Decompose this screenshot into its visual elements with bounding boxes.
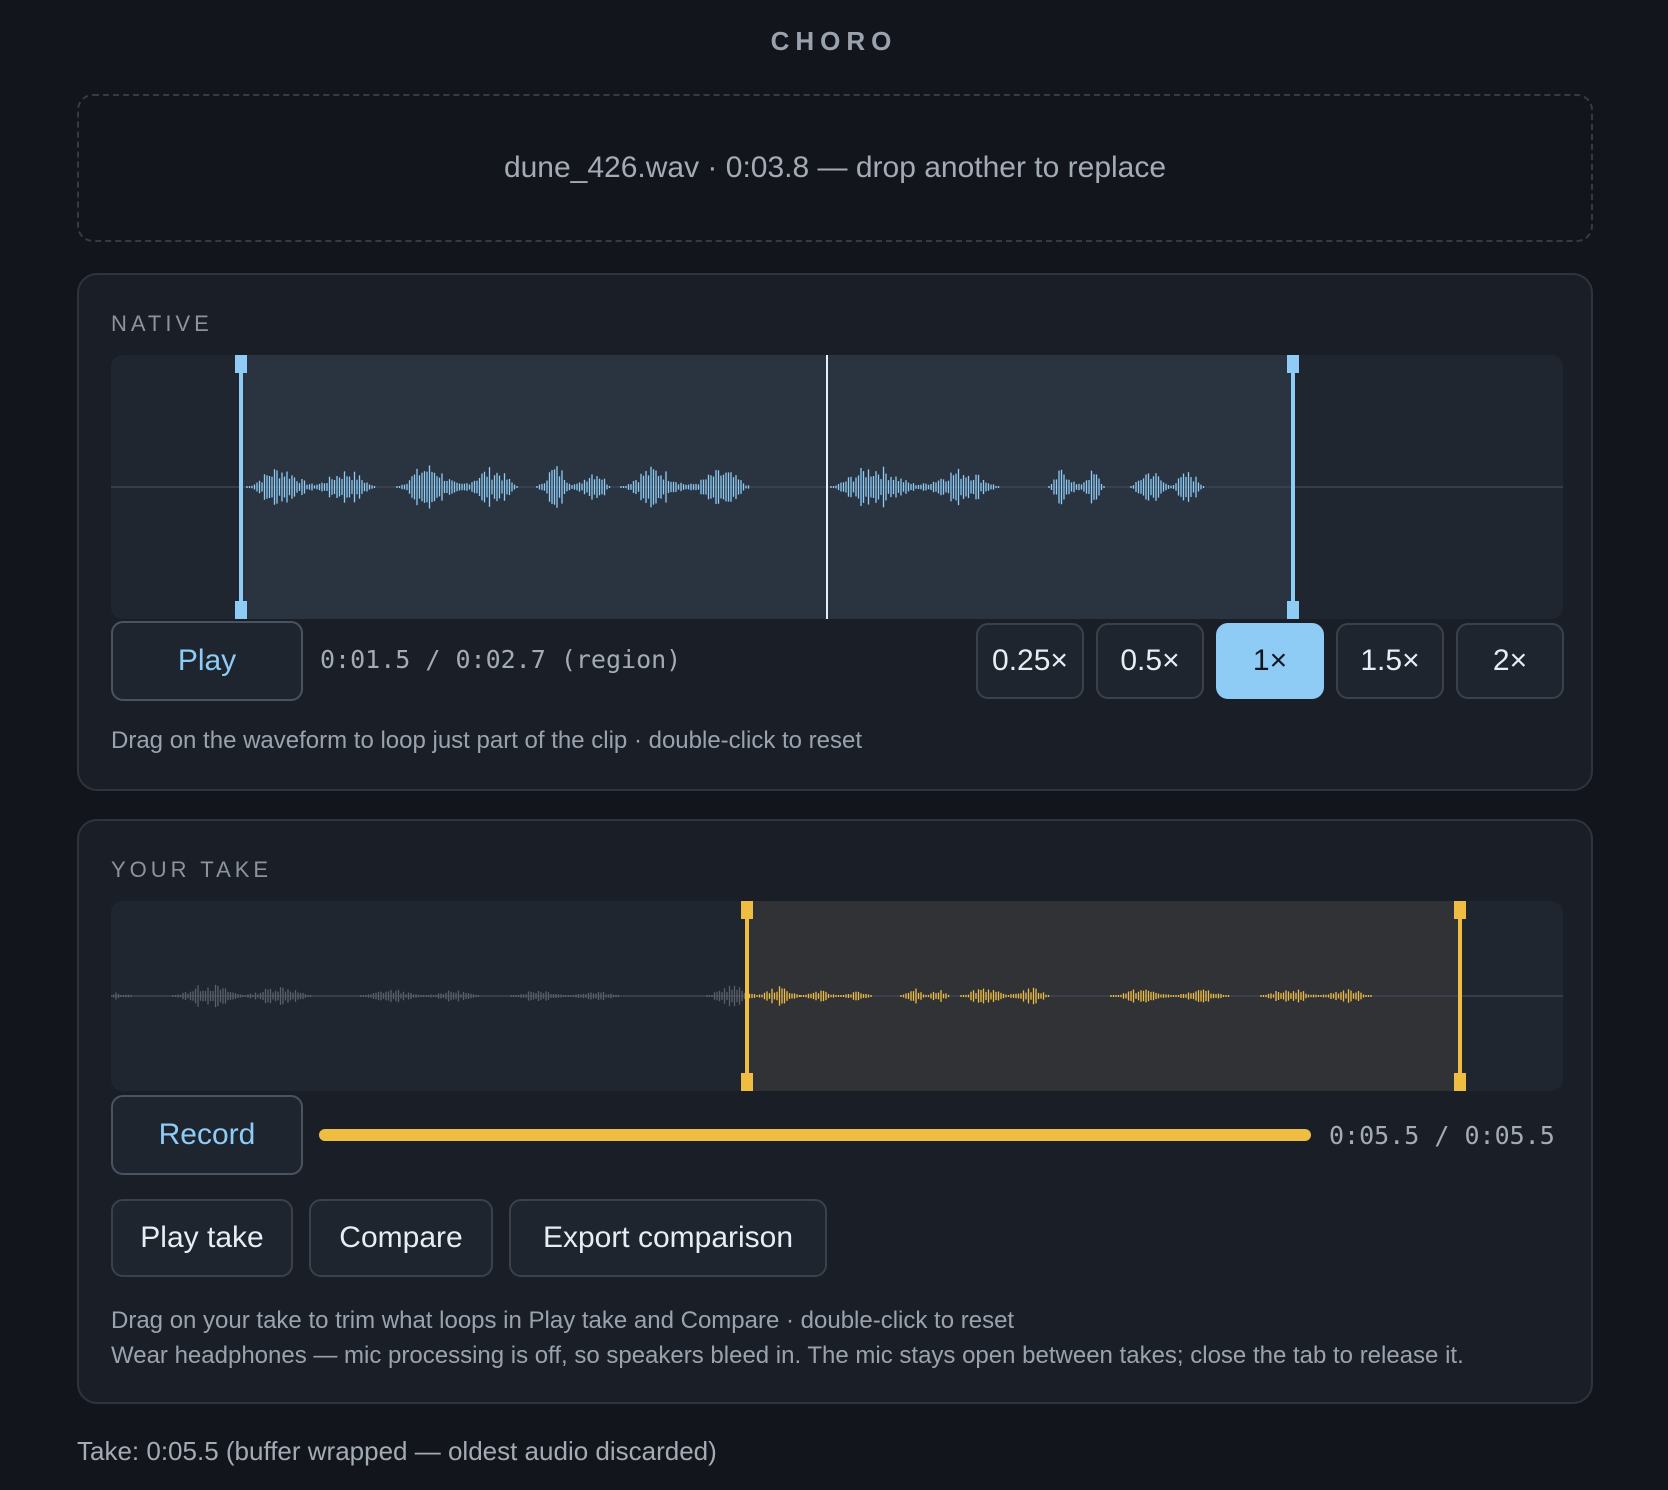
play-button[interactable]: Play [111, 621, 303, 701]
dropzone-text: dune_426.wav · 0:03.8 — drop another to … [503, 151, 1167, 184]
take-panel: YOUR TAKE Record 0:05.5 / 0:05.5 Play ta… [77, 819, 1593, 1404]
file-dropzone[interactable]: dune_426.wav · 0:03.8 — drop another to … [77, 94, 1593, 242]
record-button[interactable]: Record [111, 1095, 303, 1175]
record-progress-bar [319, 1129, 1311, 1141]
play-take-button[interactable]: Play take [111, 1199, 293, 1277]
take-status: Take: 0:05.5 (buffer wrapped — oldest au… [77, 1436, 717, 1466]
speed-button-0-25x[interactable]: 0.25× [976, 623, 1084, 699]
headphones-hint: Wear headphones — mic processing is off,… [111, 1342, 1464, 1369]
native-panel: NATIVE Play 0:01.5 / 0:02.7 (region) 0.2… [77, 273, 1593, 791]
speed-button-1x[interactable]: 1× [1216, 623, 1324, 699]
speed-button-0-5x[interactable]: 0.5× [1096, 623, 1204, 699]
native-waveform-svg [111, 355, 1563, 619]
take-waveform-svg [111, 901, 1563, 1091]
app-title: CHORO [770, 26, 898, 56]
compare-button[interactable]: Compare [309, 1199, 493, 1277]
speed-button-2x[interactable]: 2× [1456, 623, 1564, 699]
speed-button-1-5x[interactable]: 1.5× [1336, 623, 1444, 699]
take-time-readout: 0:05.5 / 0:05.5 [1329, 1121, 1555, 1150]
take-trim-hint: Drag on your take to trim what loops in … [111, 1307, 1015, 1334]
native-time-readout: 0:01.5 / 0:02.7 (region) [320, 645, 682, 674]
native-panel-label: NATIVE [111, 311, 213, 336]
native-waveform[interactable] [111, 355, 1563, 619]
take-waveform[interactable] [111, 901, 1563, 1091]
native-hint: Drag on the waveform to loop just part o… [111, 727, 863, 754]
take-panel-label: YOUR TAKE [111, 857, 273, 882]
export-comparison-button[interactable]: Export comparison [509, 1199, 827, 1277]
